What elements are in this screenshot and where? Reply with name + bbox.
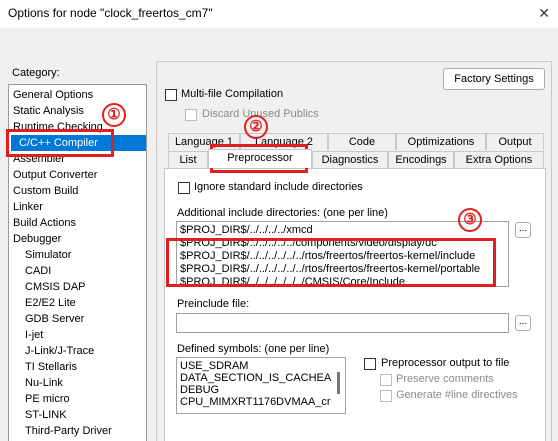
tab-list[interactable]: List [168,151,208,168]
annotation-badge-3: ③ [458,208,482,232]
preinclude-browse-button[interactable]: ... [515,315,531,331]
tab-extra-options[interactable]: Extra Options [454,151,544,168]
defined-line: USE_SDRAM [180,360,249,372]
tab-preprocessor[interactable]: Preprocessor [208,149,312,168]
category-item[interactable]: Build Actions [13,215,76,231]
category-item[interactable]: Debugger [13,231,61,247]
category-item[interactable]: Nu-Link [25,375,63,391]
tab-optimizations[interactable]: Optimizations [396,133,486,150]
annotation-box-compiler [6,129,114,157]
include-line: $PROJ_DIR$/../../../../xmcd [180,224,313,236]
tab-encodings[interactable]: Encodings [388,151,454,168]
category-item[interactable]: Static Analysis [13,103,84,119]
category-item[interactable]: General Options [13,87,93,103]
category-item[interactable]: ST-LINK [25,407,67,423]
category-item[interactable]: J-Link/J-Trace [25,343,94,359]
include-browse-button[interactable]: ... [515,222,531,238]
category-item[interactable]: TI Stellaris [25,359,77,375]
defined-line: DATA_SECTION_IS_CACHEA [180,372,332,384]
tab-output[interactable]: Output [486,133,544,150]
category-item[interactable]: Third-Party Driver [25,423,112,439]
category-item[interactable]: Custom Build [13,183,78,199]
pp-output-checkbox[interactable] [364,358,376,370]
preinclude-label: Preinclude file: [177,298,250,310]
annotation-box-include [166,238,496,287]
category-label: Category: [12,67,60,79]
defined-symbols-textarea[interactable]: USE_SDRAM DATA_SECTION_IS_CACHEA DEBUG C… [176,357,346,414]
title-bar: Options for node "clock_freertos_cm7" ✕ [0,0,558,28]
preinclude-input[interactable] [176,313,509,333]
factory-settings-button[interactable]: Factory Settings [443,68,545,90]
multifile-label: Multi-file Compilation [181,88,284,100]
category-item[interactable]: CMSIS DAP [25,279,86,295]
category-item[interactable]: GDB Server [25,311,84,327]
category-item[interactable]: Linker [13,199,43,215]
category-item[interactable]: Output Converter [13,167,97,183]
defined-line: CPU_MIMXRT1176DVMAA_cr [180,396,331,408]
annotation-badge-2: ② [244,115,268,139]
generate-line-label: Generate #line directives [396,389,518,401]
category-item[interactable]: E2/E2 Lite [25,295,76,311]
tab-code[interactable]: Code [328,133,396,150]
defined-line: DEBUG [180,384,220,396]
close-icon[interactable]: ✕ [538,5,550,22]
category-item[interactable]: PE micro [25,391,70,407]
category-item[interactable]: I-jet [25,327,43,343]
pp-output-label: Preprocessor output to file [381,357,510,369]
category-item[interactable]: CADI [25,263,51,279]
include-dirs-label: Additional include directories: (one per… [177,207,388,219]
defined-symbols-label: Defined symbols: (one per line) [177,343,330,355]
preserve-comments-label: Preserve comments [396,373,494,385]
category-item[interactable]: Simulator [25,247,71,263]
scrollbar-thumb[interactable] [337,372,340,394]
tab-diagnostics[interactable]: Diagnostics [312,151,388,168]
generate-line-checkbox[interactable] [380,390,392,402]
preserve-comments-checkbox[interactable] [380,374,392,386]
window-title: Options for node "clock_freertos_cm7" [8,6,213,20]
discard-unused-checkbox[interactable] [185,109,197,121]
annotation-badge-1: ① [102,103,126,127]
multifile-checkbox[interactable] [165,89,177,101]
ignore-std-label: Ignore standard include directories [194,181,363,193]
ignore-std-checkbox[interactable] [178,182,190,194]
